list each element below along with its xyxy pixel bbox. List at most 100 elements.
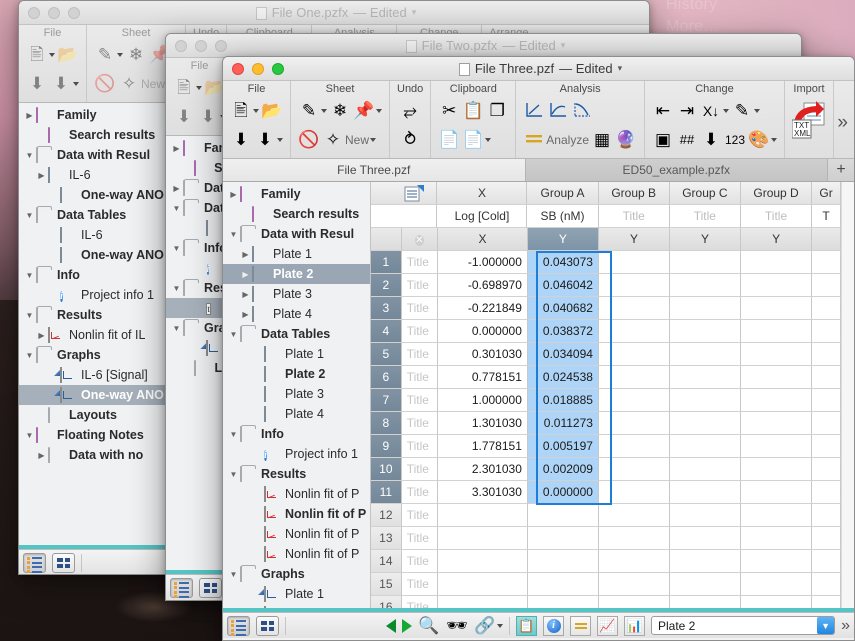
row-title-cell[interactable]: Title: [402, 251, 438, 274]
new-sheet-button[interactable]: ✧New: [118, 73, 172, 95]
move-down-icon[interactable]: ⬇: [700, 129, 722, 151]
navigator-item[interactable]: Info: [19, 265, 170, 285]
navigator-file-three[interactable]: FamilySearch resultsData with ResulPlate…: [223, 182, 371, 608]
save-as-button[interactable]: ⬇: [254, 129, 283, 151]
table-row[interactable]: 12Title: [371, 504, 841, 527]
cell-group-c[interactable]: [670, 458, 741, 481]
row-number[interactable]: 3: [371, 297, 402, 320]
row-title-cell[interactable]: Title: [402, 366, 438, 389]
twisty-closed-icon[interactable]: [239, 310, 252, 319]
window-controls-file-three[interactable]: [223, 63, 284, 75]
row-title-cell[interactable]: Title: [402, 297, 438, 320]
navigator-item[interactable]: Plate 4: [223, 404, 370, 424]
save-button[interactable]: ⬇: [173, 106, 195, 128]
edit-sheet-button[interactable]: ✎: [94, 44, 123, 66]
twisty-open-icon[interactable]: [227, 430, 240, 439]
navigator-item[interactable]: Info: [223, 424, 370, 444]
cell-group-e[interactable]: [812, 596, 841, 608]
cell-group-d[interactable]: [741, 435, 812, 458]
twisty-closed-icon[interactable]: [239, 270, 252, 279]
previous-sheet-button[interactable]: [386, 619, 396, 633]
fill-color-button[interactable]: ✎: [731, 100, 760, 122]
close-button[interactable]: [232, 63, 244, 75]
row-number[interactable]: 12: [371, 504, 402, 527]
tab-results[interactable]: [570, 616, 591, 636]
navigator-item[interactable]: IL-6: [19, 165, 170, 185]
table-row[interactable]: 10Title2.3010300.002009: [371, 458, 841, 481]
cell-group-d[interactable]: [741, 481, 812, 504]
cell-group-e[interactable]: [812, 504, 841, 527]
freeze-button[interactable]: ❄: [125, 44, 147, 66]
cut-button[interactable]: ✂: [438, 100, 460, 122]
cell-group-e[interactable]: [812, 274, 841, 297]
caret-icon[interactable]: [253, 109, 259, 113]
navigator-item[interactable]: Plate 2: [223, 364, 370, 384]
twisty-closed-icon[interactable]: [170, 144, 183, 153]
column-role[interactable]: Y: [528, 228, 599, 251]
cell-group-d[interactable]: [741, 527, 812, 550]
save-button[interactable]: ⬇: [230, 129, 252, 151]
twisty-open-icon[interactable]: [23, 211, 36, 220]
insert-column-right-icon[interactable]: ⇥: [676, 100, 698, 122]
caret-icon[interactable]: [196, 86, 202, 90]
navigator-item[interactable]: iProject info 1: [19, 285, 170, 305]
twisty-closed-icon[interactable]: [35, 451, 48, 460]
navigator-list-view-toggle[interactable]: [23, 553, 46, 573]
new-file-button[interactable]: 🖹: [173, 77, 202, 99]
navigator-item[interactable]: Search results: [19, 125, 170, 145]
twisty-open-icon[interactable]: [23, 351, 36, 360]
open-file-button[interactable]: 📂: [57, 44, 79, 66]
tab-layouts[interactable]: 📊: [624, 616, 645, 636]
cell-group-d[interactable]: [741, 458, 812, 481]
cell-group-d[interactable]: [741, 504, 812, 527]
magic-wand-icon[interactable]: 🔮: [615, 129, 637, 151]
navigator-item[interactable]: One-way ANO: [19, 245, 170, 265]
cell-x[interactable]: 1.000000: [438, 389, 528, 412]
tab-file-three[interactable]: File Three.pzf: [223, 159, 526, 181]
cell-group-d[interactable]: [741, 573, 812, 596]
row-title-cell[interactable]: Title: [402, 389, 438, 412]
twisty-open-icon[interactable]: [170, 324, 183, 333]
cell-group-a[interactable]: 0.005197: [528, 435, 599, 458]
titlebar-file-two[interactable]: File Two.pzfx — Edited ▾: [166, 34, 801, 58]
magnifier-icon[interactable]: 🔍: [418, 615, 440, 637]
twisty-open-icon[interactable]: [23, 151, 36, 160]
format-table-icon[interactable]: ▣: [652, 129, 674, 151]
caret-icon[interactable]: [49, 53, 55, 57]
cell-group-a[interactable]: 0.000000: [528, 481, 599, 504]
window-controls-file-two[interactable]: [166, 40, 227, 52]
caret-icon[interactable]: [754, 109, 760, 113]
table-row[interactable]: 14Title: [371, 550, 841, 573]
row-number[interactable]: 4: [371, 320, 402, 343]
column-role[interactable]: Y: [599, 228, 670, 251]
navigator-item[interactable]: IL-6: [19, 225, 170, 245]
row-number[interactable]: 16: [371, 596, 402, 608]
minimize-button[interactable]: [252, 63, 264, 75]
cell-group-b[interactable]: [599, 389, 670, 412]
navigator-item[interactable]: One-way ANO: [19, 185, 170, 205]
cell-group-c[interactable]: [670, 481, 741, 504]
column-subtitle[interactable]: Log [Cold] (nM): [437, 205, 527, 228]
nonlinear-regression-icon[interactable]: [547, 100, 569, 122]
cell-group-a[interactable]: [528, 573, 599, 596]
twisty-open-icon[interactable]: [170, 244, 183, 253]
column-header[interactable]: Gr: [812, 182, 841, 205]
twisty-open-icon[interactable]: [170, 204, 183, 213]
cell-group-b[interactable]: [599, 596, 670, 608]
row-number[interactable]: 2: [371, 274, 402, 297]
cell-group-b[interactable]: [599, 297, 670, 320]
cell-group-e[interactable]: [812, 458, 841, 481]
navigator-item[interactable]: Nonlin fit of P: [223, 504, 370, 524]
cell-group-e[interactable]: [812, 412, 841, 435]
bottombar-overflow-button[interactable]: »: [841, 617, 850, 635]
sheet-corner-button[interactable]: [371, 182, 437, 205]
new-file-button[interactable]: 🖹: [230, 100, 259, 122]
cell-group-e[interactable]: [812, 297, 841, 320]
cell-x[interactable]: -0.698970: [438, 274, 528, 297]
navigator-item[interactable]: Results: [223, 464, 370, 484]
paste-special-button[interactable]: 📄: [462, 129, 491, 151]
cell-x[interactable]: 0.301030: [438, 343, 528, 366]
new-tab-button[interactable]: +: [828, 159, 854, 181]
maximize-button[interactable]: [272, 63, 284, 75]
column-header[interactable]: Group D: [741, 182, 812, 205]
